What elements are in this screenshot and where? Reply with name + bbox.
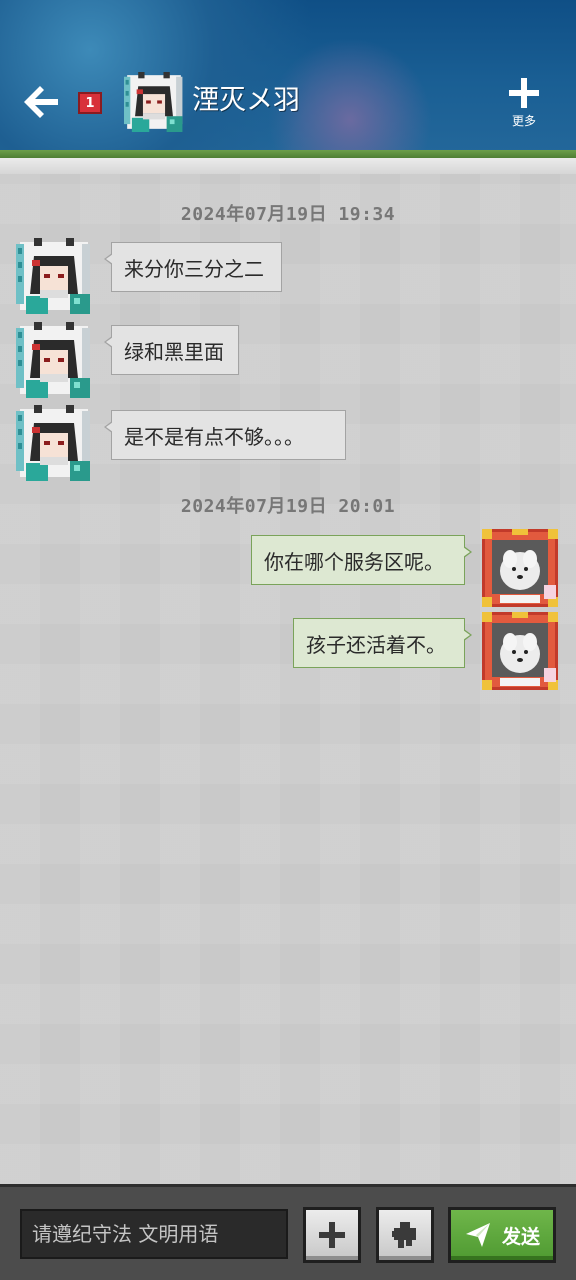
header-divider — [0, 150, 576, 158]
send-label: 发送 — [501, 1225, 540, 1248]
incoming-message[interactable]: 是不是有点不够。。。 — [104, 410, 346, 460]
contact-avatar[interactable] — [16, 322, 92, 398]
incoming-message[interactable]: 绿和黑里面 — [104, 325, 239, 375]
top-bar: 1 湮灭メ羽 更多 — [0, 0, 576, 152]
outgoing-message[interactable]: 你在哪个服务区呢。 — [251, 535, 472, 585]
outgoing-message[interactable]: 孩子还活着不。 — [293, 618, 472, 668]
unread-count-badge: 1 — [78, 92, 102, 114]
send-button[interactable]: 发送 — [448, 1207, 556, 1263]
my-avatar[interactable] — [482, 612, 558, 690]
more-label: 更多 — [511, 114, 536, 128]
message-timestamp: 2024年07月19日 20:01 — [180, 496, 396, 517]
input-bar: 发送 — [0, 1184, 576, 1280]
message-timestamp: 2024年07月19日 19:34 — [180, 204, 396, 225]
paper-plane-icon — [465, 1223, 490, 1247]
contact-avatar[interactable] — [124, 72, 184, 132]
plus-icon — [319, 1222, 345, 1248]
contact-avatar[interactable] — [16, 405, 92, 481]
puzzle-icon — [392, 1222, 416, 1248]
header-shadow — [0, 158, 576, 174]
my-avatar[interactable] — [482, 529, 558, 607]
message-input[interactable] — [20, 1209, 288, 1259]
contact-avatar[interactable] — [16, 238, 92, 314]
back-arrow-icon[interactable] — [18, 80, 62, 124]
contact-name: 湮灭メ羽 — [192, 85, 300, 116]
more-button[interactable]: 更多 — [500, 76, 548, 132]
plus-icon — [509, 78, 539, 108]
incoming-message[interactable]: 来分你三分之二 — [104, 242, 282, 292]
attach-button[interactable] — [303, 1207, 361, 1263]
emoji-button[interactable] — [376, 1207, 434, 1263]
